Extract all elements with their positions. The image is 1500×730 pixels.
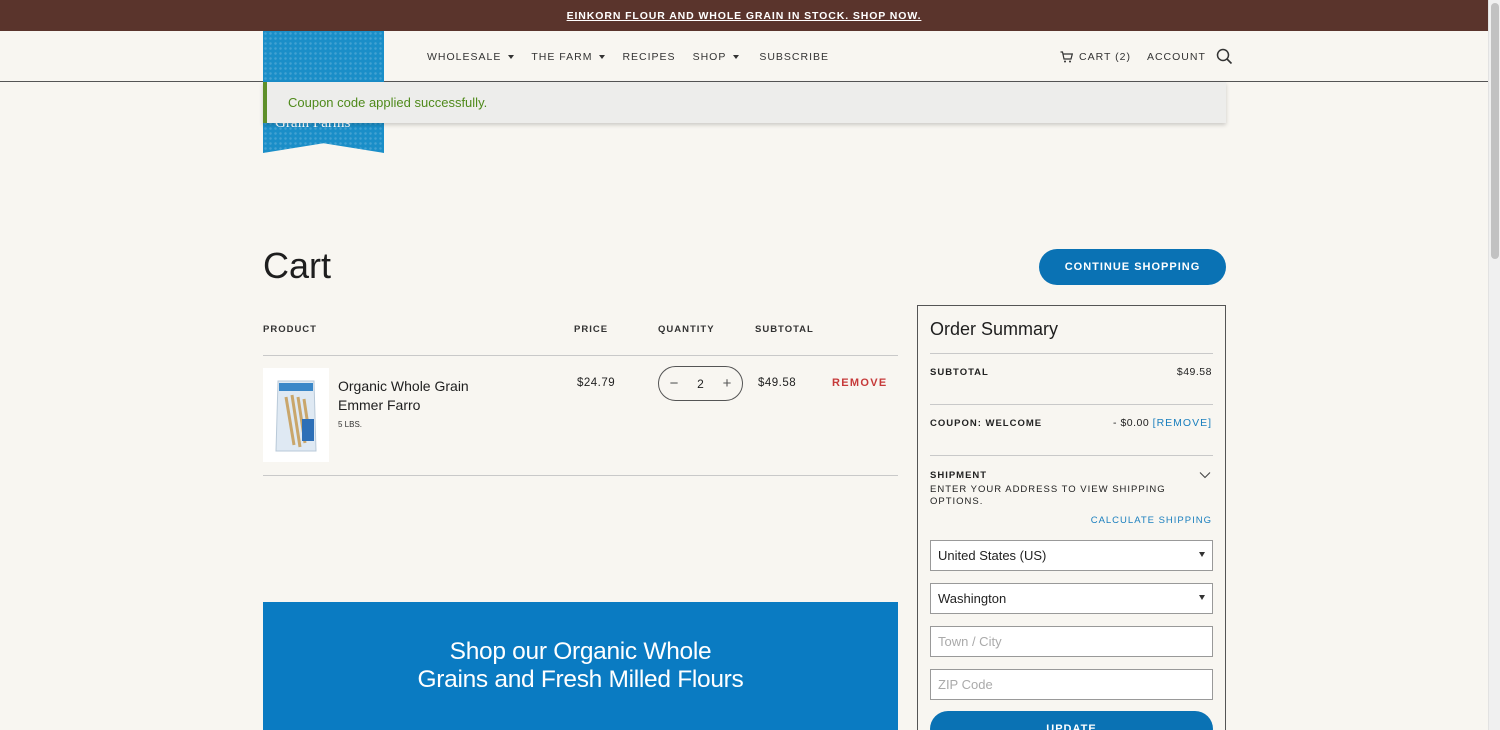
nav-item-subscribe[interactable]: SUBSCRIBE bbox=[759, 51, 829, 63]
column-header-price: PRICE bbox=[574, 324, 609, 335]
nav-item-wholesale[interactable]: WHOLESALE bbox=[427, 50, 515, 63]
country-select[interactable]: United States (US) bbox=[930, 540, 1213, 571]
product-bag-image bbox=[275, 380, 317, 452]
nav-item-recipes[interactable]: RECIPES bbox=[622, 51, 675, 63]
city-input[interactable]: Town / City bbox=[930, 626, 1213, 657]
divider bbox=[263, 475, 898, 476]
page-title: Cart bbox=[263, 245, 332, 286]
account-link[interactable]: ACCOUNT bbox=[1147, 51, 1206, 63]
main-nav: WHOLESALE THE FARM RECIPES SHOP SUBSCRIB… bbox=[427, 31, 846, 82]
product-price: $24.79 bbox=[577, 377, 616, 389]
coupon-row-value: - $0.00 [REMOVE] bbox=[1113, 417, 1212, 429]
quantity-value[interactable]: 2 bbox=[697, 377, 704, 391]
notice-message: Coupon code applied successfully. bbox=[288, 95, 488, 110]
subtotal-value: $49.58 bbox=[1176, 366, 1212, 378]
coupon-label: COUPON: WELCOME bbox=[930, 418, 1043, 429]
divider bbox=[930, 353, 1213, 354]
divider bbox=[930, 404, 1213, 405]
continue-shopping-button[interactable]: CONTINUE SHOPPING bbox=[1039, 249, 1226, 285]
quantity-stepper: − 2 + bbox=[658, 366, 743, 401]
caret-down-icon bbox=[599, 54, 606, 59]
calculate-shipping-link[interactable]: CALCULATE SHIPPING bbox=[1091, 515, 1212, 526]
cart-link[interactable]: CART (2) bbox=[1060, 51, 1131, 63]
product-variant: 5 LBS. bbox=[338, 420, 363, 429]
header-actions: CART (2) ACCOUNT bbox=[1060, 31, 1233, 82]
cart-icon bbox=[1060, 50, 1073, 62]
minus-icon[interactable]: − bbox=[669, 375, 679, 392]
divider bbox=[930, 455, 1213, 456]
caret-down-icon bbox=[733, 54, 740, 59]
country-value: United States (US) bbox=[938, 548, 1047, 563]
nav-item-label: RECIPES bbox=[622, 50, 676, 63]
nav-item-label: WHOLESALE bbox=[427, 50, 502, 63]
shipment-note: ENTER YOUR ADDRESS TO VIEW SHIPPING OPTI… bbox=[930, 484, 1166, 507]
divider bbox=[263, 355, 898, 356]
subtotal-label: SUBTOTAL bbox=[930, 367, 989, 378]
nav-item-label: SHOP bbox=[692, 50, 727, 63]
order-summary: Order Summary SUBTOTAL $49.58 COUPON: WE… bbox=[917, 305, 1226, 730]
promo-line-2: Grains and Fresh Milled Flours bbox=[417, 666, 744, 693]
product-thumbnail[interactable] bbox=[263, 368, 329, 462]
caret-down-icon bbox=[508, 54, 515, 59]
nav-item-label: SUBSCRIBE bbox=[759, 50, 830, 63]
product-subtotal: $49.58 bbox=[758, 377, 797, 389]
success-notice: Coupon code applied successfully. bbox=[263, 82, 1226, 123]
shipment-label: SHIPMENT bbox=[930, 470, 988, 481]
column-header-quantity: QUANTITY bbox=[658, 324, 715, 335]
search-icon[interactable] bbox=[1216, 48, 1233, 65]
remove-item-button[interactable]: REMOVE bbox=[832, 377, 887, 389]
coupon-remove-link[interactable]: [REMOVE] bbox=[1153, 417, 1212, 429]
promo-banner: Shop our Organic Whole Grains and Fresh … bbox=[263, 602, 898, 730]
nav-item-shop[interactable]: SHOP bbox=[693, 51, 740, 63]
coupon-discount: - $0.00 bbox=[1113, 417, 1150, 429]
plus-icon[interactable]: + bbox=[722, 375, 732, 392]
order-summary-title: Order Summary bbox=[930, 319, 1059, 339]
cart-label: CART (2) bbox=[1079, 50, 1131, 63]
nav-item-label: THE FARM bbox=[531, 50, 593, 63]
state-select[interactable]: Washington bbox=[930, 583, 1213, 614]
state-value: Washington bbox=[938, 591, 1007, 606]
promo-line-1: Shop our Organic Whole bbox=[449, 638, 712, 665]
dropdown-arrow-icon bbox=[1199, 552, 1205, 557]
product-name[interactable]: Organic Whole Grain Emmer Farro bbox=[338, 377, 488, 415]
page-scrollbar[interactable] bbox=[1488, 0, 1500, 730]
announcement-bar: EINKORN FLOUR AND WHOLE GRAIN IN STOCK. … bbox=[0, 0, 1488, 31]
announcement-link[interactable]: EINKORN FLOUR AND WHOLE GRAIN IN STOCK. … bbox=[567, 10, 922, 22]
column-header-product: PRODUCT bbox=[263, 324, 317, 335]
scrollbar-thumb[interactable] bbox=[1491, 3, 1499, 259]
nav-item-the-farm[interactable]: THE FARM bbox=[531, 50, 606, 63]
column-header-subtotal: SUBTOTAL bbox=[755, 324, 814, 335]
promo-heading: Shop our Organic Whole Grains and Fresh … bbox=[263, 638, 898, 694]
chevron-down-icon[interactable] bbox=[1199, 471, 1211, 479]
dropdown-arrow-icon bbox=[1199, 595, 1205, 600]
update-button[interactable]: UPDATE bbox=[930, 711, 1213, 730]
zip-input[interactable]: ZIP Code bbox=[930, 669, 1213, 700]
